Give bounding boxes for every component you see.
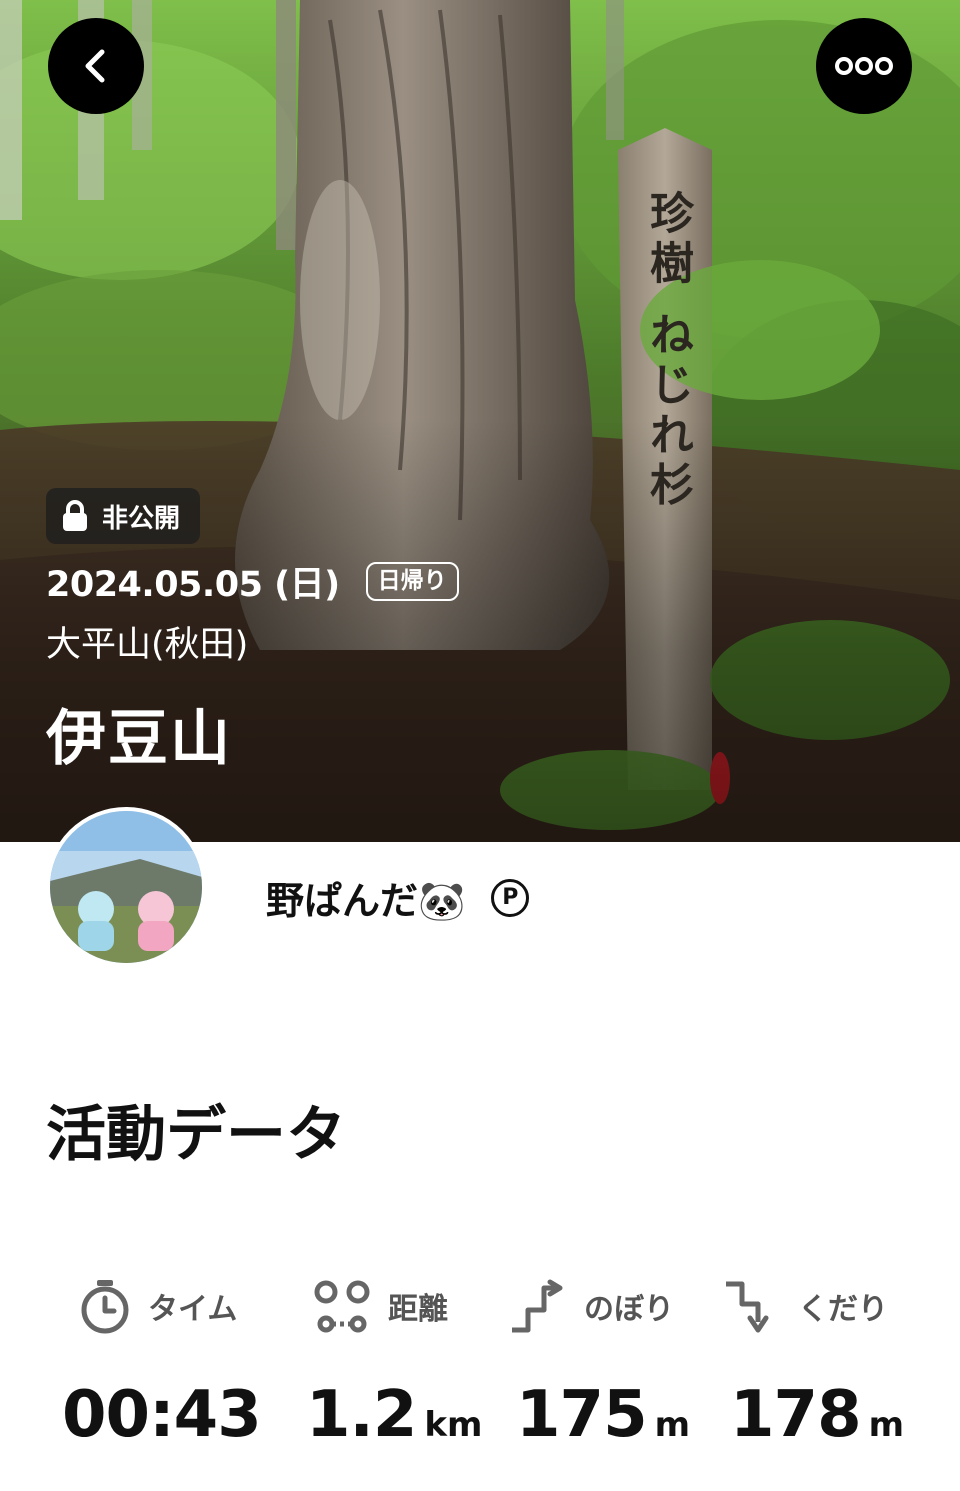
avatar-image: [50, 811, 202, 963]
stat-unit: m: [654, 1405, 691, 1445]
premium-badge-icon: P: [491, 878, 530, 917]
date-row: 2024.05.05 (日) 日帰り: [46, 556, 459, 607]
stat-number: 178: [730, 1378, 862, 1452]
stat-time-value: 00:43: [62, 1378, 262, 1452]
privacy-badge: 非公開: [46, 488, 201, 544]
stat-number: 175: [516, 1378, 648, 1452]
hero-photo: 珍樹 ねじれ杉 非公開 2024.05.05 (日) 日帰り 大平山(秋田) 伊…: [0, 0, 960, 842]
user-row[interactable]: 野ぱんだ🐼 P: [266, 870, 530, 925]
more-button[interactable]: [816, 18, 912, 114]
ellipsis-icon: [835, 57, 893, 75]
stat-label-text: タイム: [148, 1292, 238, 1327]
lock-icon: [63, 500, 87, 531]
trip-type-badge: 日帰り: [365, 562, 459, 601]
descent-icon: [726, 1281, 769, 1333]
avatar[interactable]: [46, 807, 206, 967]
chevron-left-icon: [85, 49, 105, 83]
stat-distance-label: 距離: [312, 1278, 448, 1334]
ascent-icon: [512, 1279, 563, 1333]
stat-distance-value: 1.2 km: [306, 1378, 482, 1452]
stat-label-text: のぼり: [584, 1292, 674, 1327]
stat-time-label: タイム: [78, 1278, 237, 1334]
activity-section-title: 活動データ: [46, 1100, 346, 1170]
stat-descent-label: くだり: [722, 1278, 888, 1334]
peak-title: 伊豆山: [46, 704, 232, 774]
stat-descent-value: 178 m: [730, 1378, 904, 1452]
stat-number: 00:43: [62, 1378, 262, 1452]
mountain-area[interactable]: 大平山(秋田): [46, 616, 248, 667]
route-icon: [314, 1280, 370, 1333]
stat-ascent-value: 175 m: [516, 1378, 690, 1452]
user-name[interactable]: 野ぱんだ🐼: [266, 870, 465, 925]
activity-date: 2024.05.05 (日): [46, 565, 340, 605]
signpost-text: 珍樹 ねじれ杉: [642, 190, 693, 512]
stat-ascent-label: のぼり: [508, 1278, 674, 1334]
back-button[interactable]: [48, 18, 144, 114]
stat-unit: km: [424, 1405, 483, 1445]
stat-label-text: 距離: [388, 1292, 448, 1327]
stat-unit: m: [868, 1405, 905, 1445]
privacy-label: 非公開: [102, 503, 181, 534]
stat-label-text: くだり: [798, 1292, 888, 1327]
stat-number: 1.2: [306, 1378, 417, 1452]
stopwatch-icon: [81, 1280, 129, 1334]
